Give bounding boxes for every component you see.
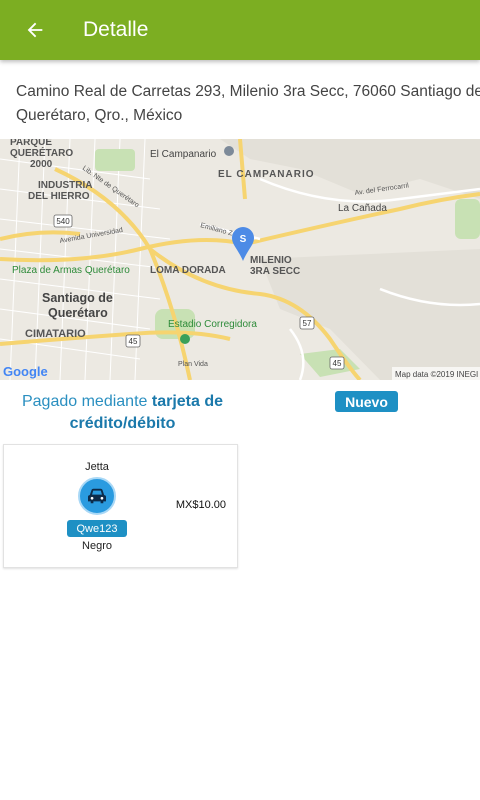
car-model: Jetta [85, 461, 109, 473]
map-label-campanario-poi: El Campanario [150, 149, 217, 160]
map-label-loma-dorada: LOMA DORADA [150, 265, 226, 276]
payment-method-2: crédito/débito [69, 415, 176, 432]
road-shield-45-a: 45 [125, 334, 141, 348]
page-title: Detalle [83, 18, 149, 41]
svg-text:45: 45 [333, 359, 342, 368]
svg-text:45: 45 [129, 337, 138, 346]
road-shield-57: 57 [299, 316, 315, 330]
location-marker-icon [224, 146, 234, 156]
payment-info: Pagado mediante tarjeta de crédito/débit… [20, 391, 225, 435]
stadium-icon [180, 334, 190, 344]
map-label-plaza-armas: Plaza de Armas Querétaro [12, 265, 130, 276]
car-color: Negro [82, 540, 112, 552]
map-attribution: Map data ©2019 INEGI [395, 370, 478, 379]
map-label-industria-2: DEL HIERRO [28, 191, 90, 202]
map-label-milenio-2: 3RA SECC [250, 266, 300, 277]
map-label-parque-2: QUERÉTARO [10, 146, 73, 159]
map-label-parque-3: 2000 [30, 159, 53, 170]
map-label-estadio: Estadio Corregidora [168, 319, 257, 330]
map-view[interactable]: 540 45 45 57 PARQUE QUERÉTARO 2000 EL CA… [0, 139, 480, 380]
car-icon [78, 477, 116, 515]
payment-prefix: Pagado mediante [21, 393, 148, 410]
address-line-1: Camino Real de Carretas 293, Milenio 3ra… [16, 83, 480, 100]
trip-price: MX$10.00 [175, 499, 226, 511]
road-shield-45-b: 45 [329, 356, 345, 370]
license-plate: Qwe123 [67, 520, 127, 537]
map-label-santiago-2: Querétaro [48, 306, 108, 320]
vehicle-card[interactable]: Jetta Qwe123 Negro MX$10.00 [3, 444, 238, 568]
map-label-el-campanario: EL CAMPANARIO [218, 169, 315, 180]
status-badge: Nuevo [335, 391, 398, 412]
map-label-plan-vida: Plan Vida [178, 361, 208, 368]
svg-text:57: 57 [303, 319, 312, 328]
map-label-milenio-1: MILENIO [250, 255, 292, 266]
pin-letter: S [240, 234, 247, 245]
address-line-2: Querétaro, Qro., México [16, 107, 183, 124]
map-label-industria-1: INDUSTRIA [38, 180, 92, 191]
app-bar: Detalle [0, 0, 480, 60]
map-label-cimatario: CIMATARIO [25, 328, 86, 340]
map-label-santiago-1: Santiago de [42, 291, 113, 305]
payment-method-1: tarjeta de [151, 393, 224, 410]
map-label-la-canada: La Cañada [338, 203, 387, 214]
address-text: Camino Real de Carretas 293, Milenio 3ra… [16, 80, 480, 128]
arrow-back-icon [27, 22, 43, 38]
back-button[interactable] [0, 0, 70, 60]
svg-text:540: 540 [56, 217, 70, 226]
road-shield-540: 540 [53, 214, 73, 228]
google-logo: Google [3, 364, 48, 379]
map-label-parque-1: PARQUE [10, 139, 52, 148]
